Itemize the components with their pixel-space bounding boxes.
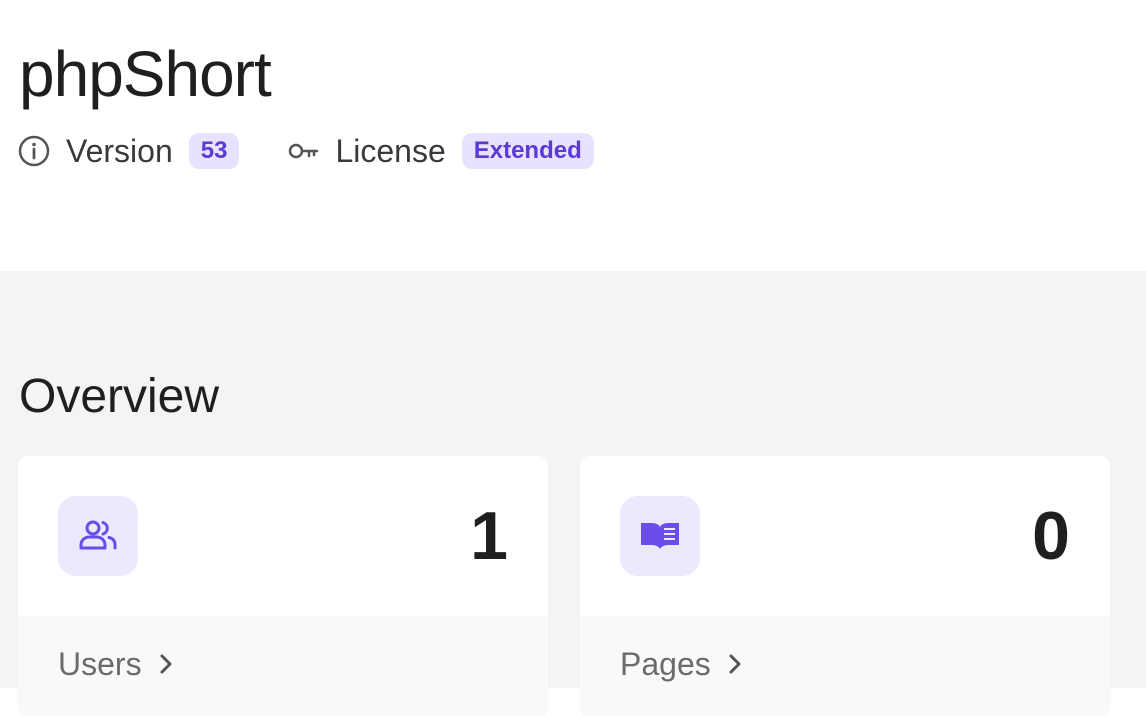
card-footer: Users bbox=[18, 616, 548, 716]
users-card: 1 Users bbox=[18, 456, 548, 716]
chevron-right-icon bbox=[725, 652, 745, 676]
meta-row: Version 53 License Extended bbox=[18, 133, 594, 169]
key-icon bbox=[287, 135, 319, 167]
users-link-label: Users bbox=[58, 646, 142, 682]
users-link[interactable]: Users bbox=[58, 644, 176, 684]
card-top: 0 bbox=[580, 456, 1110, 616]
users-count: 1 bbox=[470, 498, 508, 574]
chevron-right-icon bbox=[156, 652, 176, 676]
info-icon bbox=[18, 135, 50, 167]
pages-link[interactable]: Pages bbox=[620, 644, 745, 684]
version-label: Version bbox=[66, 133, 173, 169]
pages-count: 0 bbox=[1032, 498, 1070, 574]
card-footer: Pages bbox=[580, 616, 1110, 716]
content-area: Overview 1 Users 0 Pages bbox=[0, 271, 1146, 716]
license-item: License Extended bbox=[287, 133, 594, 169]
pages-card: 0 Pages bbox=[580, 456, 1110, 716]
app-title: phpShort bbox=[19, 38, 272, 110]
version-badge: 53 bbox=[188, 133, 240, 169]
book-open-icon bbox=[620, 496, 700, 576]
users-icon bbox=[58, 496, 138, 576]
license-label: License bbox=[335, 133, 446, 169]
license-badge: Extended bbox=[461, 133, 594, 169]
header: phpShort Version 53 License Extended bbox=[0, 0, 1146, 271]
pages-link-label: Pages bbox=[620, 646, 711, 682]
card-top: 1 bbox=[18, 456, 548, 616]
version-item: Version 53 bbox=[18, 133, 240, 169]
overview-title: Overview bbox=[19, 370, 220, 423]
